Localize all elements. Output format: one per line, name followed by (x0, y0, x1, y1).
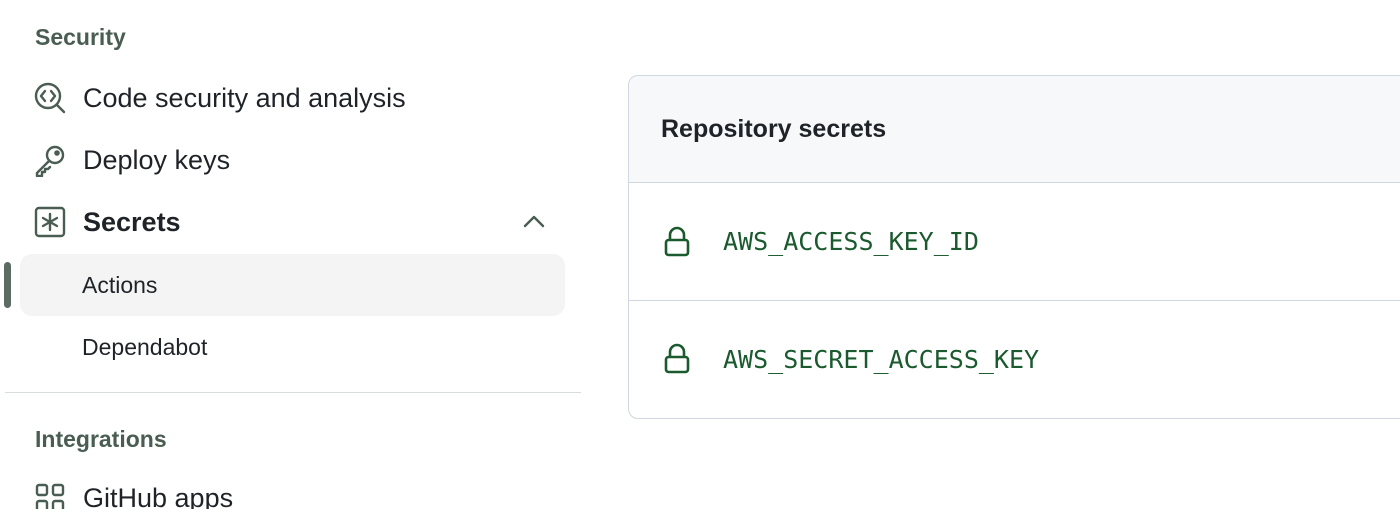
settings-page: Security Code security and analysis Depl… (0, 0, 1400, 509)
active-indicator (4, 262, 11, 308)
asterisk-icon (33, 205, 67, 239)
sidebar-item-code-security[interactable]: Code security and analysis (20, 68, 565, 128)
sidebar-item-secrets[interactable]: Secrets (20, 192, 565, 252)
secret-name: AWS_ACCESS_KEY_ID (723, 227, 979, 256)
sidebar-item-label: GitHub apps (83, 482, 234, 509)
sidebar-subitem-actions[interactable]: Actions (20, 254, 565, 316)
apps-icon (33, 481, 67, 509)
key-icon (33, 143, 67, 177)
sidebar-item-label: Deploy keys (83, 144, 231, 175)
secret-row[interactable]: AWS_ACCESS_KEY_ID (629, 183, 1400, 300)
security-heading: Security (35, 24, 126, 50)
secret-row[interactable]: AWS_SECRET_ACCESS_KEY (629, 300, 1400, 417)
lock-icon (663, 343, 691, 375)
sidebar-item-label: Secrets (83, 206, 181, 237)
panel-title: Repository secrets (629, 76, 1400, 183)
sidebar-subitem-dependabot[interactable]: Dependabot (20, 316, 565, 378)
sidebar-item-deploy-keys[interactable]: Deploy keys (20, 130, 565, 190)
secret-name: AWS_SECRET_ACCESS_KEY (723, 344, 1040, 374)
lock-icon (663, 226, 691, 258)
settings-sidebar: Security Code security and analysis Depl… (0, 0, 585, 509)
sidebar-item-github-apps[interactable]: GitHub apps (20, 468, 565, 509)
integrations-heading: Integrations (35, 426, 167, 452)
chevron-up-icon[interactable] (521, 209, 547, 235)
sidebar-divider (5, 392, 581, 393)
repository-secrets-panel: Repository secrets AWS_ACCESS_KEY_ID AWS… (628, 75, 1400, 419)
codescan-icon (33, 81, 67, 115)
sidebar-item-label: Code security and analysis (83, 82, 406, 113)
